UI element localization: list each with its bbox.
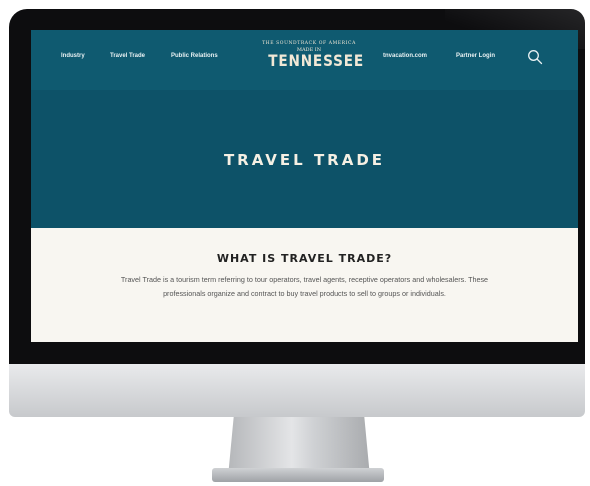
section-body-text: Travel Trade is a tourism term referring… bbox=[120, 275, 489, 298]
made-in-tennessee-logo[interactable]: THE SOUNDTRACK OF AMERICA MADE IN TENNES… bbox=[261, 41, 365, 79]
logo-main-text: TENNESSEE bbox=[268, 51, 365, 70]
nav-tnvacation[interactable]: tnvacation.com bbox=[383, 53, 427, 59]
nav-partner-login[interactable]: Partner Login bbox=[456, 53, 495, 59]
hero-banner: TRAVEL TRADE bbox=[31, 90, 578, 228]
nav-industry[interactable]: Industry bbox=[61, 53, 85, 59]
nav-travel-trade[interactable]: Travel Trade bbox=[110, 53, 145, 59]
monitor-stand-base bbox=[212, 468, 384, 482]
search-icon[interactable] bbox=[527, 49, 543, 65]
logo-arc-text: THE SOUNDTRACK OF AMERICA bbox=[262, 41, 356, 46]
monitor-screen: Industry Travel Trade Public Relations T… bbox=[31, 30, 578, 342]
top-nav: Industry Travel Trade Public Relations T… bbox=[31, 30, 578, 90]
monitor-chin bbox=[9, 364, 585, 417]
nav-public-relations[interactable]: Public Relations bbox=[171, 53, 218, 59]
hero-title: TRAVEL TRADE bbox=[223, 151, 386, 169]
content-section: WHAT IS TRAVEL TRADE? Travel Trade is a … bbox=[31, 228, 578, 342]
section-heading: WHAT IS TRAVEL TRADE? bbox=[216, 252, 393, 265]
